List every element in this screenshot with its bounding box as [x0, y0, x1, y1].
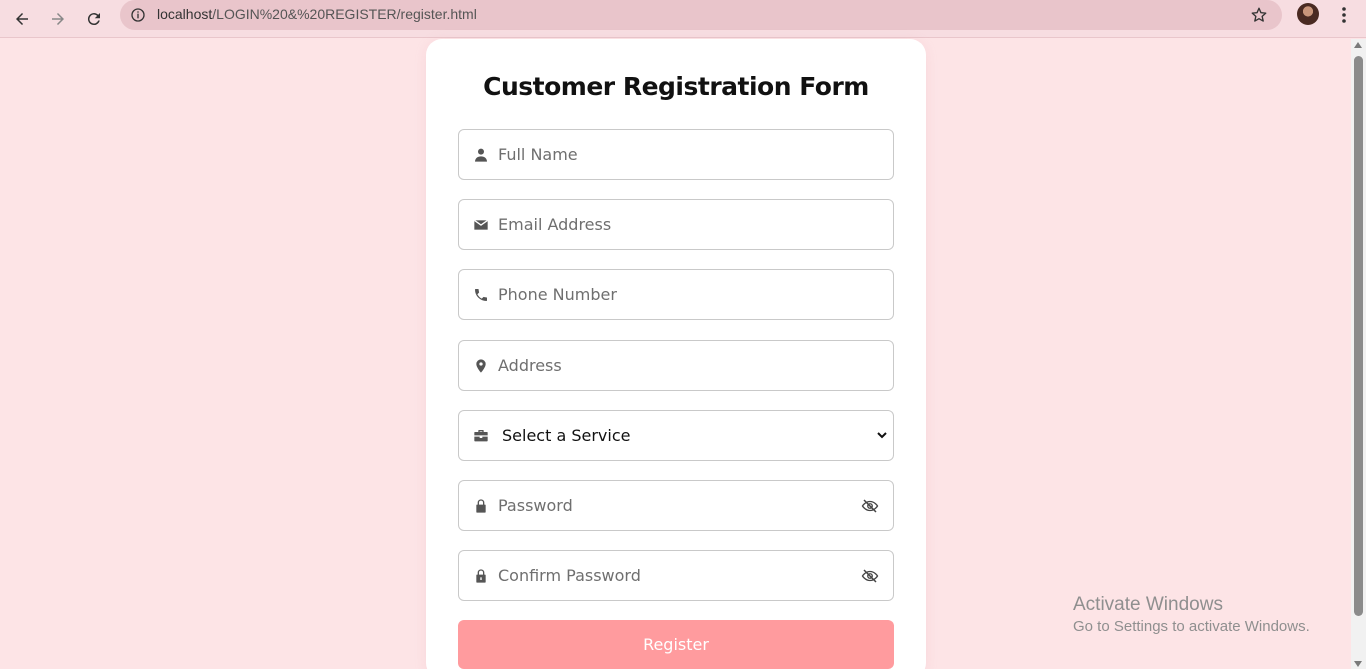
full-name-field[interactable] [458, 129, 894, 180]
address-input[interactable] [498, 341, 848, 390]
url-text: localhost/LOGIN%20&%20REGISTER/register.… [157, 6, 477, 23]
chevron-down-icon [877, 432, 887, 439]
password-field[interactable] [458, 480, 894, 531]
activate-windows-watermark: Activate Windows Go to Settings to activ… [1073, 594, 1310, 636]
url-host: localhost [157, 6, 213, 22]
scroll-down-icon[interactable] [1354, 661, 1362, 667]
watermark-subtitle: Go to Settings to activate Windows. [1073, 618, 1310, 635]
site-info-icon[interactable] [128, 5, 148, 25]
back-button[interactable] [8, 5, 36, 33]
service-select-value: Select a Service [502, 426, 631, 445]
confirm-password-input[interactable] [498, 551, 848, 600]
envelope-icon [472, 216, 490, 234]
reload-button[interactable] [80, 5, 108, 33]
reload-icon [87, 13, 100, 26]
registration-card: Customer Registration Form Select a Serv… [426, 39, 926, 669]
location-pin-icon [472, 357, 490, 375]
full-name-input[interactable] [498, 130, 848, 179]
eye-slash-icon[interactable] [860, 496, 880, 516]
arrow-right-icon [52, 13, 64, 25]
phone-input[interactable] [498, 270, 848, 319]
scroll-thumb[interactable] [1354, 56, 1363, 616]
briefcase-icon [472, 427, 490, 445]
phone-field[interactable] [458, 269, 894, 320]
confirm-password-field[interactable] [458, 550, 894, 601]
browser-menu-icon[interactable] [1333, 4, 1355, 26]
profile-avatar[interactable] [1297, 3, 1319, 25]
service-select[interactable]: Select a Service [458, 410, 894, 461]
browser-toolbar: localhost/LOGIN%20&%20REGISTER/register.… [0, 0, 1366, 38]
page-scrollbar[interactable] [1351, 39, 1366, 669]
watermark-title: Activate Windows [1073, 594, 1223, 615]
phone-icon [472, 286, 490, 304]
form-title: Customer Registration Form [483, 72, 869, 101]
lock-icon [472, 497, 490, 515]
bookmark-star-icon[interactable] [1248, 4, 1270, 26]
user-icon [472, 146, 490, 164]
eye-slash-icon[interactable] [860, 566, 880, 586]
address-bar[interactable]: localhost/LOGIN%20&%20REGISTER/register.… [120, 0, 1282, 30]
forward-button[interactable] [44, 5, 72, 33]
scroll-up-icon[interactable] [1354, 42, 1362, 48]
lock-icon [472, 567, 490, 585]
password-input[interactable] [498, 481, 848, 530]
email-field[interactable] [458, 199, 894, 250]
arrow-left-icon [16, 13, 28, 25]
url-path: /LOGIN%20&%20REGISTER/register.html [212, 6, 477, 22]
address-field[interactable] [458, 340, 894, 391]
register-button[interactable]: Register [458, 620, 894, 669]
email-input[interactable] [498, 200, 848, 249]
